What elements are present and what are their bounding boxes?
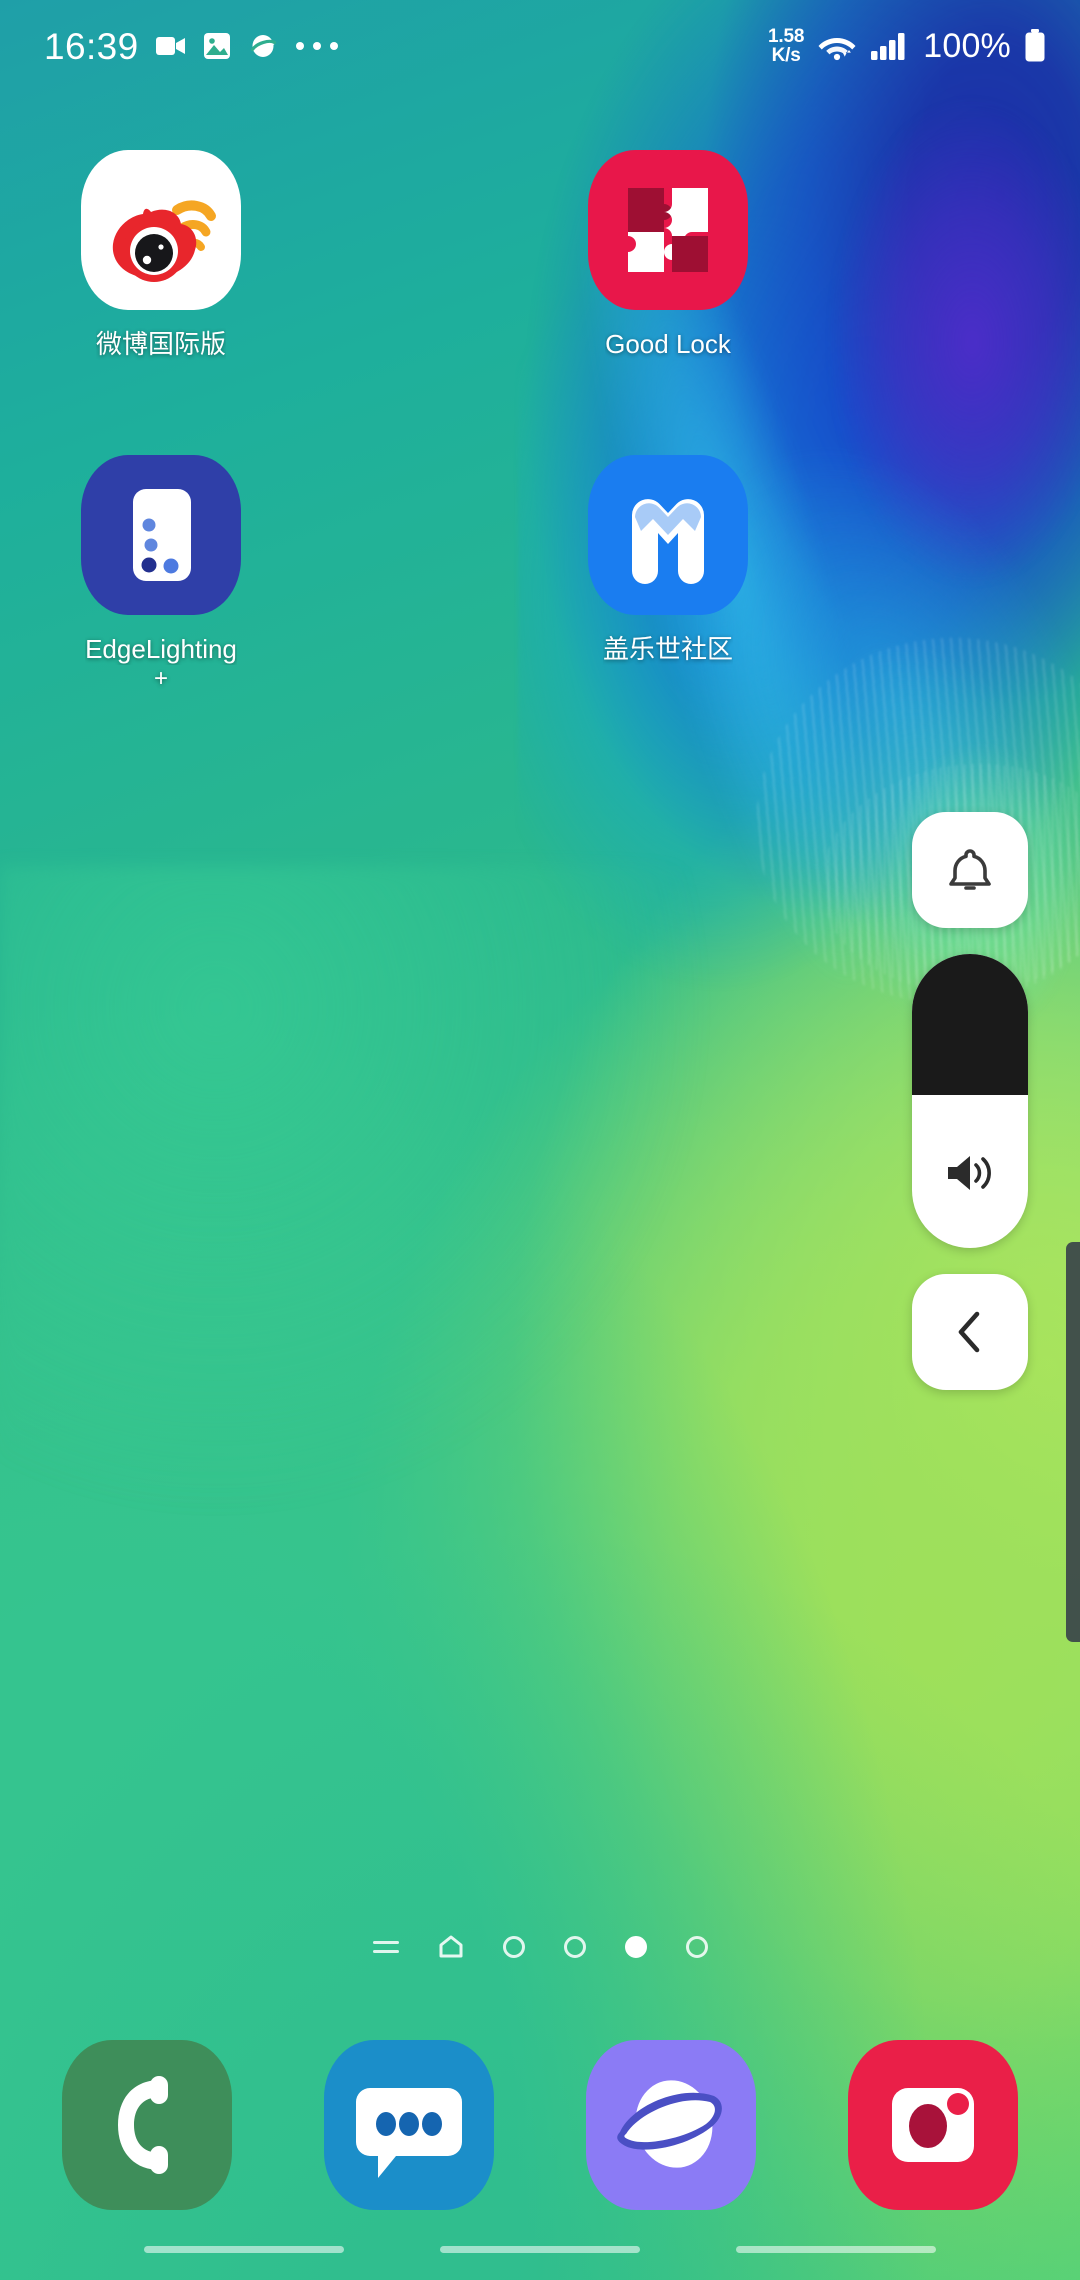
- floating-volume-panel[interactable]: [912, 812, 1028, 1390]
- gesture-pill-back[interactable]: [144, 2245, 344, 2253]
- gesture-pill-home[interactable]: [440, 2245, 640, 2253]
- gesture-navigation-bar[interactable]: [0, 2238, 1080, 2260]
- back-button[interactable]: [912, 1274, 1028, 1390]
- dock-item-camera[interactable]: [848, 2040, 1018, 2210]
- dock-item-messages[interactable]: [324, 2040, 494, 2210]
- status-bar-right: 1.58 K/s 100%: [768, 25, 1046, 66]
- chevron-left-icon: [953, 1308, 987, 1356]
- home-icon[interactable]: [438, 1935, 464, 1959]
- gallery-icon: [203, 32, 231, 60]
- app-cell-edgelighting[interactable]: EdgeLighting +: [26, 454, 296, 694]
- dock: [0, 2040, 1080, 2210]
- app-label: 盖乐世社区: [602, 633, 733, 664]
- page-dot[interactable]: [563, 1936, 586, 1958]
- galaxy-community-m-icon[interactable]: [588, 454, 748, 615]
- phone-icon[interactable]: [62, 2040, 232, 2210]
- browser-icon: [248, 32, 278, 60]
- app-cell-good-lock[interactable]: Good Lock: [533, 150, 803, 361]
- notification-bell-button[interactable]: [912, 812, 1028, 928]
- dock-item-phone[interactable]: [62, 2040, 232, 2210]
- page-dot-active[interactable]: [624, 1936, 647, 1958]
- edgelighting-icon[interactable]: [81, 454, 241, 615]
- more-dots-icon: [295, 41, 339, 51]
- goodlock-puzzle-icon[interactable]: [588, 150, 748, 310]
- bell-icon: [945, 844, 995, 896]
- lines-icon[interactable]: [372, 1937, 399, 1957]
- signal-bars-icon: [870, 31, 908, 61]
- wifi-icon: [817, 31, 857, 61]
- weibo-icon[interactable]: [81, 150, 241, 310]
- app-label: Good Lock: [605, 329, 731, 359]
- app-label: EdgeLighting: [85, 633, 237, 664]
- app-cell-galaxy-community[interactable]: 盖乐世社区: [533, 454, 803, 694]
- message-bubble-icon[interactable]: [324, 2040, 494, 2210]
- status-clock: 16:39: [44, 25, 139, 67]
- network-speed-value: 1.58: [768, 25, 805, 47]
- app-grid-row: EdgeLighting + 盖乐世社区: [26, 454, 1080, 694]
- status-bar: 16:39 1.58 K/s 100%: [0, 0, 1080, 92]
- camera-icon[interactable]: [848, 2040, 1018, 2210]
- app-cell-weibo[interactable]: 微博国际版: [26, 150, 296, 361]
- app-grid: 微博国际版 Good Lock EdgeLighting + 盖乐世社区: [0, 150, 1080, 694]
- status-bar-left: 16:39: [44, 28, 339, 65]
- app-sublabel: +: [153, 665, 168, 692]
- volume-slider-fill: [912, 954, 1028, 1096]
- page-dot[interactable]: [685, 1936, 708, 1958]
- app-label: 微博国际版: [95, 329, 226, 359]
- speaker-volume-icon: [912, 1150, 1028, 1196]
- battery-percent: 100%: [923, 26, 1011, 65]
- dock-item-browser[interactable]: [586, 2040, 756, 2210]
- internet-planet-icon[interactable]: [586, 2040, 756, 2210]
- battery-full-icon: [1024, 29, 1046, 63]
- edge-panel-handle[interactable]: [1066, 1242, 1080, 1642]
- network-speed-unit: K/s: [771, 45, 801, 66]
- video-camera-icon: [155, 35, 186, 57]
- network-speed: 1.58 K/s: [768, 25, 805, 66]
- page-dot[interactable]: [502, 1936, 525, 1958]
- volume-slider[interactable]: [912, 954, 1028, 1248]
- app-grid-row: 微博国际版 Good Lock: [26, 150, 1080, 361]
- gesture-pill-recents[interactable]: [736, 2245, 936, 2253]
- page-indicator: [0, 1935, 1080, 1959]
